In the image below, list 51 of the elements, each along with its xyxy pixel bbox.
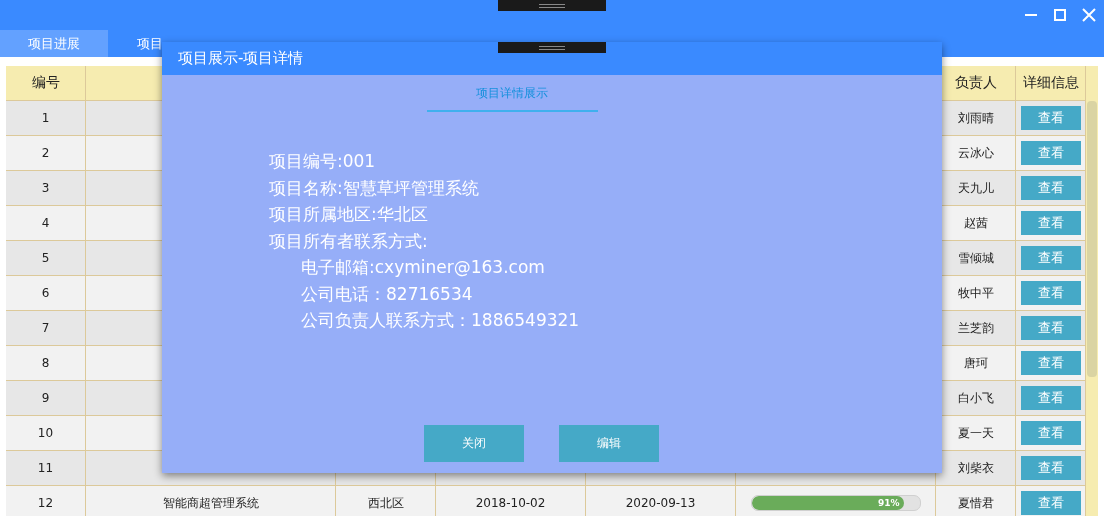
tab[interactable]: 项目详情展示 [426,85,598,112]
tab[interactable]: 项目进展 [0,30,108,57]
info-line: 电子邮箱:cxyminer@163.com [301,256,545,279]
column-header: 详细信息 [1016,66,1086,101]
view-button[interactable]: 查看 [1020,316,1081,340]
info-line: 公司负责人联系方式：1886549321 [301,309,580,332]
info-line: 项目名称:智慧草坪管理系统 [269,176,479,200]
info-line: 项目编号:001 [269,150,376,173]
scrollbar-thumb[interactable] [1087,101,1097,377]
table-cell: 智能商超管理系统 [86,486,336,516]
view-button[interactable]: 查看 [1020,456,1081,480]
view-button[interactable]: 查看 [1020,491,1081,515]
view-button[interactable]: 查看 [1020,421,1081,445]
table-cell: 2 [6,136,86,171]
table-cell: 6 [6,276,86,311]
tab[interactable]: 项目 [108,30,163,57]
view-button[interactable]: 查看 [1020,281,1081,305]
info-line: 公司电话：82716534 [301,282,473,306]
info-line: 项目所有者联系方式: [269,229,428,253]
close-icon[interactable] [1082,8,1096,22]
table-cell: 夏惜君 [936,486,1016,516]
table-cell: 9 [6,381,86,416]
table-cell: 2020-09-13 [586,486,736,516]
table-cell: 8 [6,346,86,381]
view-button[interactable]: 查看 [1020,141,1081,165]
column-header: 编号 [6,66,86,101]
view-button[interactable]: 查看 [1020,211,1081,235]
info-line: 项目所属地区:华北区 [269,203,428,226]
dialog-button[interactable]: 编辑 [559,425,659,462]
view-button[interactable]: 查看 [1020,176,1081,200]
drag-handle[interactable] [498,42,606,53]
dialog-title: 项目展示-项目详情 [178,49,304,68]
table-cell: 2018-10-02 [436,486,586,516]
progress-reading: 91% [877,497,900,510]
table-cell: 10 [6,416,86,451]
view-button[interactable]: 查看 [1020,386,1081,410]
table-cell: 刘柴衣 [936,451,1016,486]
table-cell: 11 [6,451,86,486]
table-cell: 西北区 [336,486,436,516]
table-cell: 3 [6,171,86,206]
dialog-button[interactable]: 关闭 [424,425,524,462]
table-cell: 1 [6,101,86,136]
view-button[interactable]: 查看 [1020,246,1081,270]
maximize-icon[interactable] [1053,8,1067,22]
view-button[interactable]: 查看 [1020,106,1081,130]
view-button[interactable]: 查看 [1020,351,1081,375]
table-cell: 12 [6,486,86,516]
table-cell: 7 [6,311,86,346]
table-cell: 5 [6,241,86,276]
drag-handle[interactable] [498,0,606,11]
table-cell: 4 [6,206,86,241]
